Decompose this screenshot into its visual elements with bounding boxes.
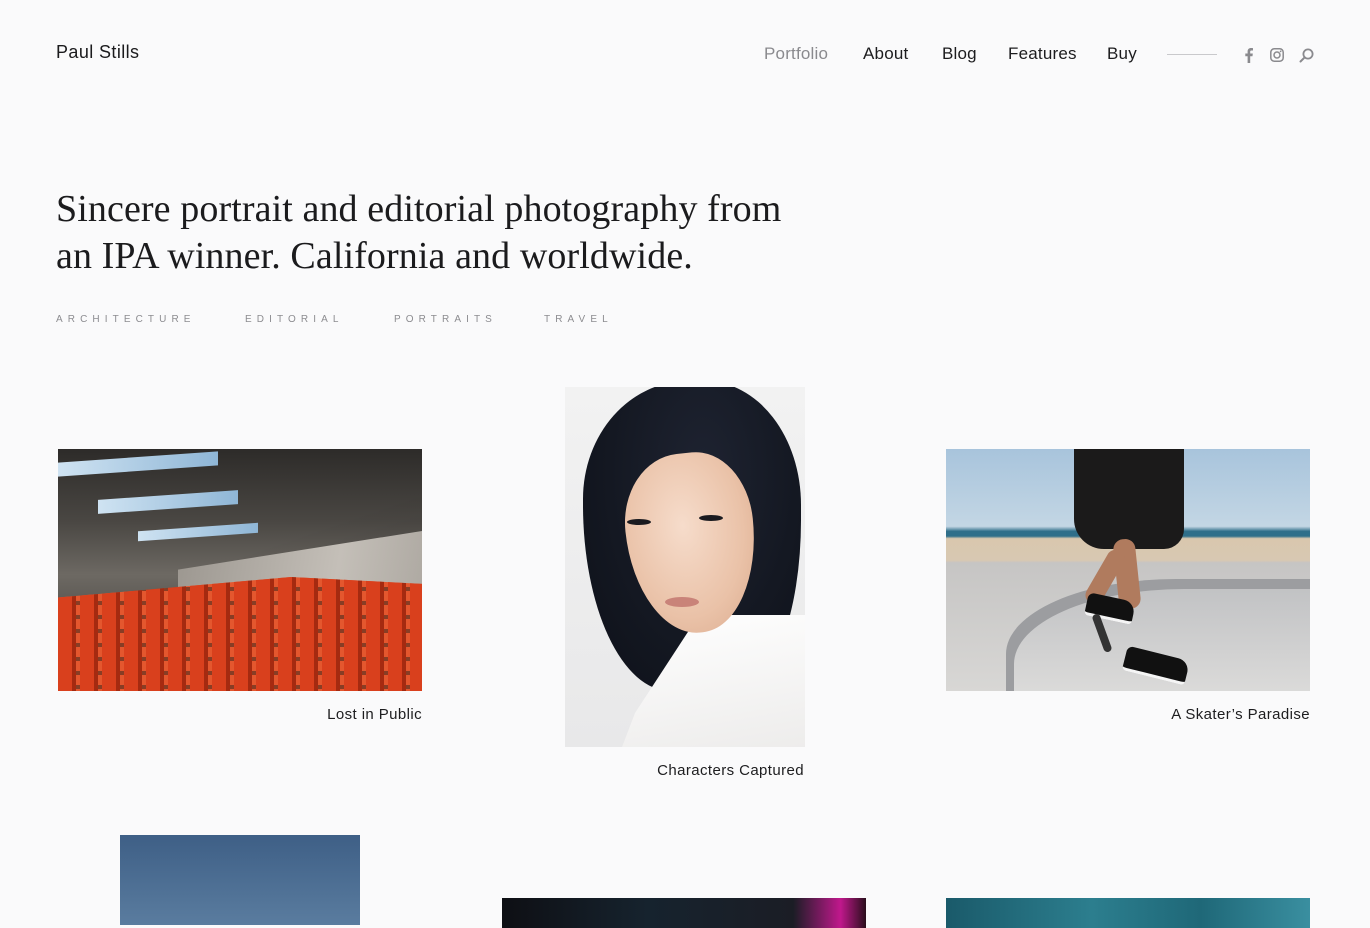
caption-lost-in-public[interactable]: Lost in Public — [222, 706, 422, 723]
image-detail — [58, 577, 422, 691]
instagram-icon[interactable] — [1269, 46, 1285, 64]
image-detail — [699, 515, 723, 521]
category-architecture[interactable]: ARCHITECTURE — [56, 314, 196, 325]
nav-item-features[interactable]: Features — [1008, 44, 1077, 64]
image-detail — [138, 522, 258, 542]
nav-item-portfolio[interactable]: Portfolio — [764, 44, 828, 64]
category-portraits[interactable]: PORTRAITS — [394, 314, 497, 325]
nav-item-about[interactable]: About — [863, 44, 908, 64]
caption-skaters-paradise[interactable]: A Skater’s Paradise — [1110, 706, 1310, 723]
portfolio-image-row2-3[interactable] — [946, 898, 1310, 928]
image-detail — [1074, 449, 1184, 549]
nav-item-blog[interactable]: Blog — [942, 44, 977, 64]
portfolio-image-row2-2[interactable] — [502, 898, 866, 928]
portfolio-image-row2-1[interactable] — [120, 835, 360, 925]
hero-line-1: Sincere portrait and editorial photograp… — [56, 188, 782, 230]
caption-characters-captured[interactable]: Characters Captured — [604, 762, 804, 779]
nav-divider — [1167, 54, 1217, 55]
hero-line-2: an IPA winner. California and worldwide. — [56, 235, 693, 277]
site-logo[interactable]: Paul Stills — [56, 42, 139, 63]
image-detail — [665, 597, 699, 607]
category-travel[interactable]: TRAVEL — [544, 314, 613, 325]
facebook-icon[interactable] — [1243, 46, 1255, 64]
portfolio-image-skaters-paradise[interactable] — [946, 449, 1310, 691]
category-editorial[interactable]: EDITORIAL — [245, 314, 344, 325]
portfolio-image-lost-in-public[interactable] — [58, 449, 422, 691]
image-detail — [627, 519, 651, 525]
hero-tagline: Sincere portrait and editorial photograp… — [56, 186, 816, 280]
portfolio-image-characters-captured[interactable] — [565, 387, 805, 747]
image-detail — [98, 490, 238, 514]
search-icon[interactable] — [1298, 46, 1314, 64]
nav-item-buy[interactable]: Buy — [1107, 44, 1137, 64]
image-detail — [58, 451, 218, 477]
